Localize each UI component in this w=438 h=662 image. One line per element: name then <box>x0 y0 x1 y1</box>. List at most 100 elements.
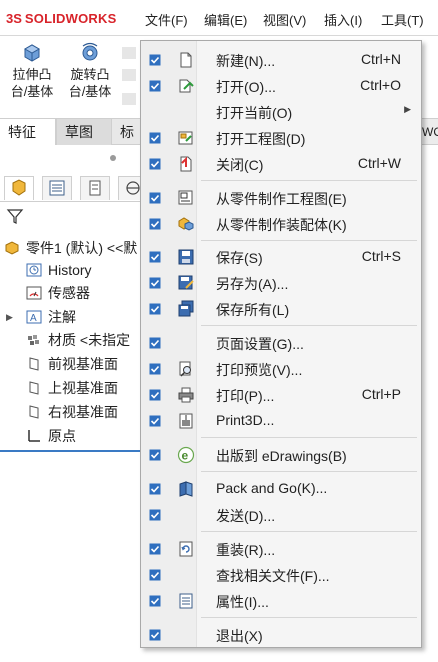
menu-item-open-drawing[interactable]: 打开工程图(D) <box>141 125 421 151</box>
menu-view[interactable]: 视图(V) <box>263 10 306 29</box>
checkbox-checked-icon[interactable] <box>149 54 161 66</box>
menu-item-label: Pack and Go(K)... <box>216 480 328 496</box>
menu-item-find-references[interactable]: 查找相关文件(F)... <box>141 562 421 588</box>
checkbox-checked-icon[interactable] <box>149 251 161 263</box>
tab-features[interactable]: 特征 <box>0 119 56 145</box>
checkbox-checked-icon[interactable] <box>149 629 161 641</box>
origin-icon <box>28 430 40 442</box>
checkbox-checked-icon[interactable] <box>149 415 161 427</box>
filter-icon[interactable] <box>6 207 24 225</box>
menu-item-label: 另存为(A)... <box>216 276 289 292</box>
menu-item-page-setup[interactable]: 页面设置(G)... <box>141 330 421 356</box>
tree-item-label: 原点 <box>48 428 76 444</box>
configuration-icon <box>89 180 101 196</box>
svg-text:A: A <box>30 313 37 324</box>
checkbox-checked-icon[interactable] <box>149 277 161 289</box>
tree-item-label: History <box>48 262 92 278</box>
menu-insert[interactable]: 插入(I) <box>324 10 362 29</box>
checkbox-checked-icon[interactable] <box>149 509 161 521</box>
menu-file[interactable]: 文件(F) <box>145 10 188 29</box>
checkbox-checked-icon[interactable] <box>149 363 161 375</box>
new-document-icon <box>180 52 192 68</box>
menu-separator <box>201 180 417 181</box>
menu-item-make-drawing[interactable]: 从零件制作工程图(E) <box>141 185 421 211</box>
menu-item-label: 属性(I)... <box>216 594 269 610</box>
checkbox-checked-icon[interactable] <box>149 80 161 92</box>
menu-item-label: 打开当前(O) <box>216 105 293 121</box>
menu-edit[interactable]: 编辑(E) <box>204 10 247 29</box>
checkbox-checked-icon[interactable] <box>149 218 161 230</box>
menu-item-send[interactable]: 发送(D)... <box>141 502 421 528</box>
menu-item-label: 打开工程图(D) <box>216 131 306 147</box>
pack-and-go-icon <box>179 481 193 497</box>
edrawings-icon: e <box>177 446 195 464</box>
menu-item-save-all[interactable]: 保存所有(L) <box>141 296 421 322</box>
annotation-icon: A <box>26 310 42 324</box>
svg-text:e: e <box>182 449 189 463</box>
solidworks-logo[interactable]: 3S SOLIDWORKS <box>6 9 116 27</box>
checkbox-checked-icon[interactable] <box>149 483 161 495</box>
logo-text: SOLIDWORKS <box>24 10 117 26</box>
tab-sketch[interactable]: 草图 <box>56 119 112 145</box>
extrude-boss-button[interactable]: 拉伸凸 台/基体 <box>4 41 60 100</box>
plane-icon <box>29 405 39 419</box>
checkbox-checked-icon[interactable] <box>149 337 161 349</box>
checkbox-checked-icon[interactable] <box>149 543 161 555</box>
checkbox-checked-icon[interactable] <box>149 132 161 144</box>
checkbox-checked-icon[interactable] <box>149 389 161 401</box>
menu-item-label: 关闭(C) <box>216 157 264 173</box>
tree-item-label: 前视基准面 <box>48 356 118 372</box>
menu-separator <box>201 325 417 326</box>
menu-item-save-as[interactable]: 另存为(A)... <box>141 270 421 296</box>
configuration-manager-tab[interactable] <box>80 176 110 200</box>
checkbox-checked-icon[interactable] <box>149 158 161 170</box>
menu-item-label: 重装(R)... <box>216 542 276 558</box>
menu-item-make-assembly[interactable]: 从零件制作装配体(K) <box>141 211 421 237</box>
menu-item-label: 保存(S) <box>216 250 263 266</box>
tree-rollback-bar[interactable] <box>0 450 150 452</box>
menu-item-label: 打印(P)... <box>216 388 275 404</box>
reload-icon <box>179 541 193 557</box>
menu-item-shortcut: Ctrl+P <box>361 386 401 402</box>
menu-item-open[interactable]: 打开(O)... Ctrl+O <box>141 73 421 99</box>
menu-item-reload[interactable]: 重装(R)... <box>141 536 421 562</box>
extrude-icon <box>23 44 41 62</box>
expand-arrow-icon[interactable]: ▶ <box>6 306 13 328</box>
revolve-boss-button[interactable]: 旋转凸 台/基体 <box>62 41 118 100</box>
menu-item-publish-edrawings[interactable]: e 出版到 eDrawings(B) <box>141 442 421 468</box>
sensor-icon <box>26 286 42 300</box>
properties-icon <box>179 593 193 609</box>
menu-separator <box>201 471 417 472</box>
menu-tools[interactable]: 工具(T) <box>381 10 424 29</box>
menu-bar: 3S SOLIDWORKS 文件(F) 编辑(E) 视图(V) 插入(I) 工具… <box>0 0 438 36</box>
print3d-icon <box>179 413 193 429</box>
splitter-handle[interactable] <box>110 155 116 161</box>
menu-item-save[interactable]: 保存(S) Ctrl+S <box>141 244 421 270</box>
ds-logo-mark: 3S <box>6 10 22 26</box>
checkbox-checked-icon[interactable] <box>149 569 161 581</box>
menu-item-print3d[interactable]: Print3D... <box>141 408 421 434</box>
menu-item-open-current[interactable]: 打开当前(O) ▶ <box>141 99 421 125</box>
tree-item-label: 上视基准面 <box>48 380 118 396</box>
menu-item-properties[interactable]: 属性(I)... <box>141 588 421 614</box>
checkbox-checked-icon[interactable] <box>149 449 161 461</box>
make-assembly-icon <box>178 217 194 231</box>
menu-item-exit[interactable]: 退出(X) <box>141 622 421 648</box>
checkbox-checked-icon[interactable] <box>149 303 161 315</box>
tab-annotation[interactable]: 标 <box>112 119 142 145</box>
menu-item-label: 从零件制作工程图(E) <box>216 191 347 207</box>
menu-item-print[interactable]: 打印(P)... Ctrl+P <box>141 382 421 408</box>
open-drawing-icon <box>178 131 193 145</box>
feature-manager-tab[interactable] <box>4 176 34 200</box>
menu-item-close[interactable]: 关闭(C) Ctrl+W <box>141 151 421 177</box>
checkbox-checked-icon[interactable] <box>149 595 161 607</box>
file-menu-dropdown: 新建(N)... Ctrl+N 打开(O)... Ctrl+O 打开当前(O) … <box>140 40 422 648</box>
property-manager-tab[interactable] <box>42 176 72 200</box>
menu-item-new[interactable]: 新建(N)... Ctrl+N <box>141 47 421 73</box>
tree-item-label: 材质 <未指定 <box>48 332 131 348</box>
tree-item-label: 传感器 <box>48 285 90 301</box>
plane-icon <box>29 381 39 395</box>
menu-item-print-preview[interactable]: 打印预览(V)... <box>141 356 421 382</box>
checkbox-checked-icon[interactable] <box>149 192 161 204</box>
menu-item-pack-and-go[interactable]: Pack and Go(K)... <box>141 476 421 502</box>
